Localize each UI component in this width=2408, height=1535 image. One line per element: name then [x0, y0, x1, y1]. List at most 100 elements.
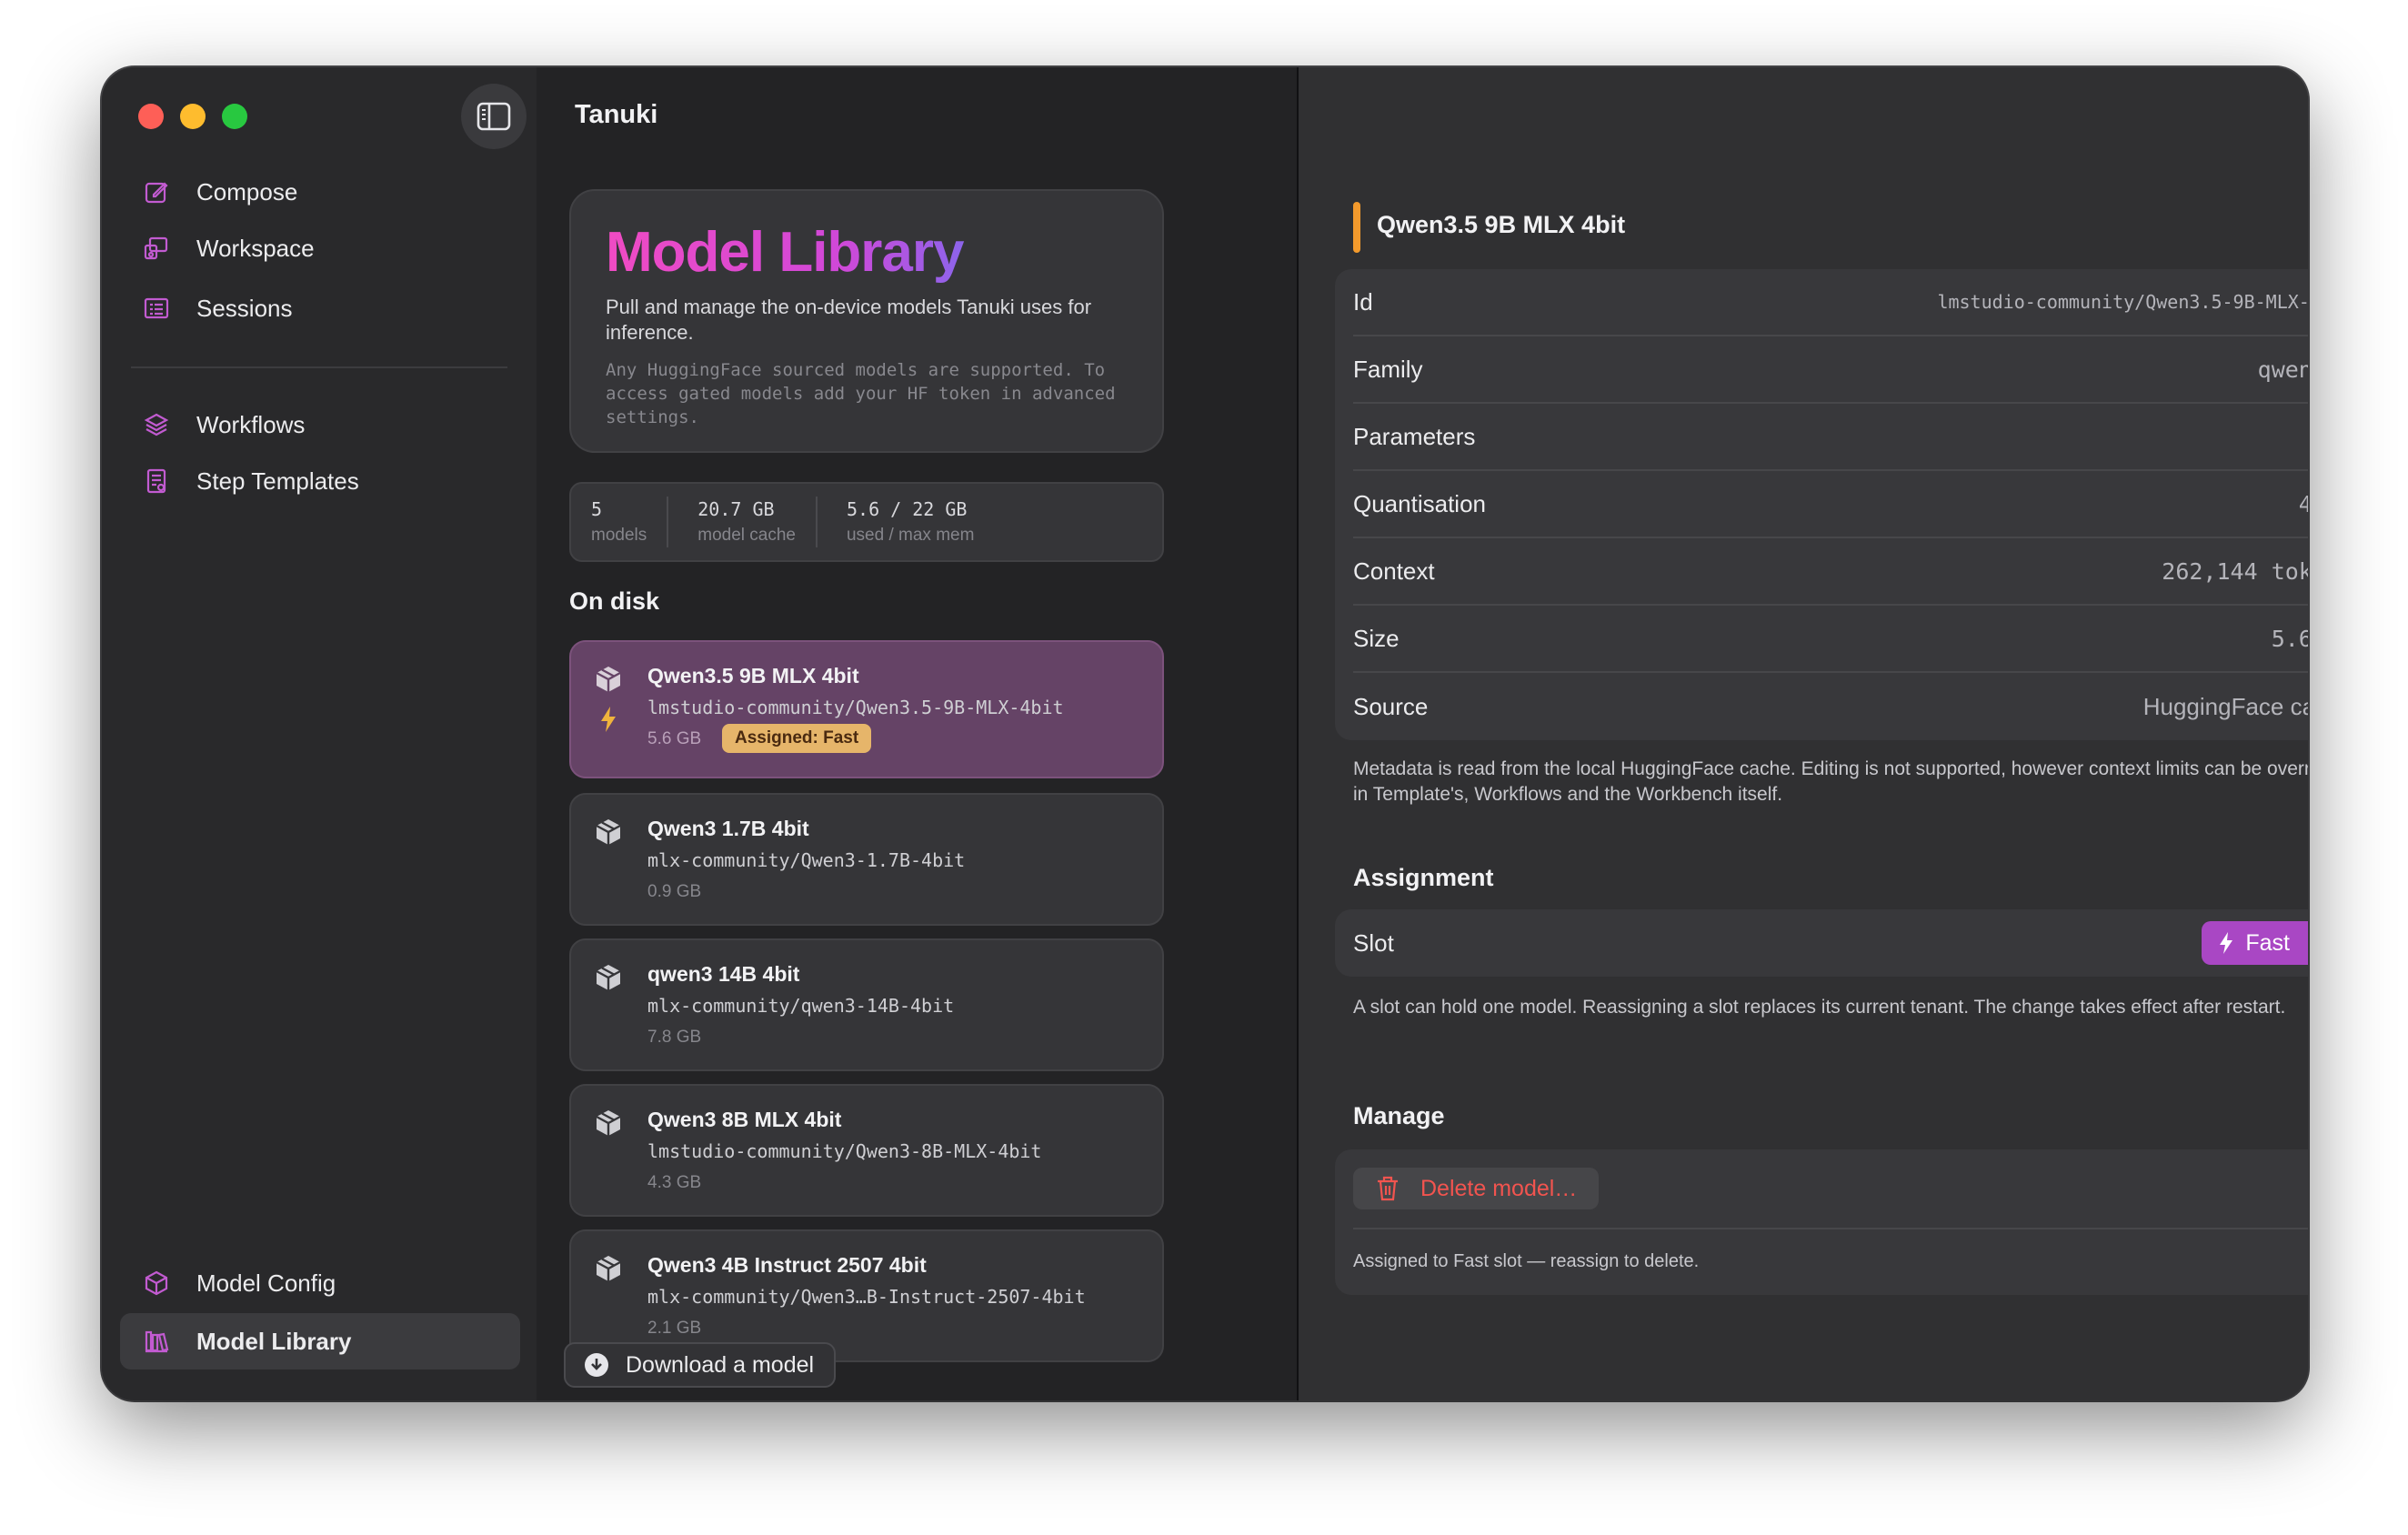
- package-icon: [596, 965, 621, 990]
- sidebar-item-sessions[interactable]: Sessions: [120, 280, 520, 336]
- prop-label: Quantisation: [1353, 489, 1486, 517]
- library-icon: [140, 1325, 173, 1358]
- slot-label: Slot: [1353, 928, 1394, 957]
- trash-icon: [1378, 1176, 1398, 1201]
- prop-label: Parameters: [1353, 422, 1476, 450]
- detail-pane: Qwen3.5 9B MLX 4bit Id lmstudio-communit…: [1299, 67, 2308, 1400]
- model-size: 2.1 GB: [647, 1319, 702, 1338]
- page-title: Model Library: [606, 220, 1128, 286]
- model-card[interactable]: Qwen3.5 9B MLX 4bit lmstudio-community/Q…: [569, 640, 1164, 778]
- sidebar-item-model-library[interactable]: Model Library: [120, 1313, 520, 1369]
- prop-value: 4bit: [2298, 490, 2308, 517]
- prop-row-quantisation: Quantisation 4bit: [1353, 471, 2308, 538]
- sidebar-item-label: Model Config: [196, 1269, 336, 1297]
- download-model-button[interactable]: Download a model: [564, 1342, 837, 1388]
- slot-note: A slot can hold one model. Reassigning a…: [1353, 997, 2286, 1018]
- prop-row-size: Size 5.6 GB: [1353, 606, 2308, 673]
- prop-value: qwen3_5: [2257, 356, 2308, 383]
- sidebar: Compose Workspace Sessions Workflows Ste…: [102, 67, 537, 1400]
- minimize-window-button[interactable]: [180, 104, 206, 129]
- stat-model-cache: 20.7 GB model cache: [667, 497, 816, 547]
- workspace-icon: [140, 232, 173, 265]
- app-title: Tanuki: [575, 100, 658, 129]
- prop-value: lmstudio-community/Qwen3.5-9B-MLX-4bit: [1937, 291, 2308, 313]
- model-name: Qwen3 4B Instruct 2507 4bit: [647, 1253, 927, 1277]
- sidebar-divider: [131, 366, 507, 368]
- prop-value: 262,144 tokens: [2162, 557, 2308, 585]
- download-icon: [585, 1353, 608, 1377]
- properties-list: Id lmstudio-community/Qwen3.5-9B-MLX-4bi…: [1335, 269, 2308, 740]
- model-size: 4.3 GB: [647, 1173, 702, 1192]
- prop-row-source: Source HuggingFace cache: [1353, 673, 2308, 740]
- hero-description: Pull and manage the on-device models Tan…: [606, 296, 1092, 344]
- prop-label: Id: [1353, 287, 1373, 316]
- on-disk-heading: On disk: [569, 587, 660, 615]
- sidebar-item-label: Sessions: [196, 294, 293, 322]
- compose-icon: [140, 176, 173, 208]
- model-name: qwen3 14B 4bit: [647, 962, 800, 986]
- model-repo: lmstudio-community/Qwen3.5-9B-MLX-4bit: [647, 697, 1064, 718]
- download-label: Download a model: [626, 1351, 815, 1378]
- manage-box: Delete model… Assigned to Fast slot — re…: [1335, 1149, 2308, 1295]
- model-size: 5.6 GB: [647, 729, 702, 748]
- model-repo: lmstudio-community/Qwen3-8B-MLX-4bit: [647, 1140, 1042, 1162]
- model-name: Qwen3 8B MLX 4bit: [647, 1108, 842, 1131]
- sidebar-item-model-config[interactable]: Model Config: [120, 1255, 520, 1311]
- sidebar-item-step-templates[interactable]: Step Templates: [120, 453, 520, 509]
- window-controls: [138, 104, 247, 129]
- cube-config-icon: [140, 1267, 173, 1299]
- model-repo: mlx-community/qwen3-14B-4bit: [647, 995, 955, 1017]
- detail-title: Qwen3.5 9B MLX 4bit: [1353, 202, 1625, 253]
- prop-label: Family: [1353, 355, 1423, 383]
- model-name: Qwen3 1.7B 4bit: [647, 817, 809, 840]
- hero-note: Any HuggingFace sourced models are suppo…: [606, 360, 1116, 427]
- delete-model-button[interactable]: Delete model…: [1353, 1168, 1600, 1209]
- manage-divider: [1353, 1228, 2308, 1229]
- stat-memory: 5.6 / 22 GB used / max mem: [815, 497, 994, 547]
- sidebar-item-workflows[interactable]: Workflows: [120, 396, 520, 453]
- sidebar-toggle-button[interactable]: [461, 84, 527, 149]
- sidebar-item-label: Step Templates: [196, 467, 359, 495]
- sidebar-item-label: Compose: [196, 177, 298, 206]
- model-repo: mlx-community/Qwen3…B-Instruct-2507-4bit: [647, 1286, 1086, 1308]
- model-card[interactable]: Qwen3 8B MLX 4bit lmstudio-community/Qwe…: [569, 1084, 1164, 1217]
- bolt-icon: [601, 707, 616, 732]
- zoom-window-button[interactable]: [222, 104, 247, 129]
- stat-value: 5: [591, 498, 603, 520]
- slot-select[interactable]: Fast: [2202, 921, 2308, 965]
- stat-value: 5.6 / 22 GB: [846, 498, 968, 520]
- stat-models: 5 models: [571, 497, 667, 547]
- bolt-icon: [2220, 932, 2233, 954]
- package-icon: [596, 1110, 621, 1136]
- stat-label: model cache: [697, 526, 796, 545]
- close-window-button[interactable]: [138, 104, 164, 129]
- prop-label: Size: [1353, 624, 1400, 652]
- sidebar-item-label: Workspace: [196, 234, 315, 262]
- package-icon: [596, 819, 621, 845]
- assignment-heading: Assignment: [1353, 864, 1494, 891]
- layers-icon: [140, 408, 173, 441]
- sessions-icon: [140, 292, 173, 325]
- model-card[interactable]: qwen3 14B 4bit mlx-community/qwen3-14B-4…: [569, 938, 1164, 1071]
- model-card[interactable]: Qwen3 1.7B 4bit mlx-community/Qwen3-1.7B…: [569, 793, 1164, 926]
- slot-value: Fast: [2245, 929, 2290, 956]
- sidebar-item-label: Model Library: [196, 1327, 352, 1355]
- prop-value: HuggingFace cache: [2142, 692, 2308, 720]
- prop-label: Source: [1353, 692, 1429, 720]
- stats-bar: 5 models 20.7 GB model cache 5.6 / 22 GB…: [569, 482, 1164, 562]
- sidebar-item-workspace[interactable]: Workspace: [120, 220, 520, 276]
- prop-row-family: Family qwen3_5: [1353, 336, 2308, 404]
- slot-row-box: Slot Fast: [1335, 909, 2308, 977]
- app-window: Compose Workspace Sessions Workflows Ste…: [102, 67, 2308, 1400]
- sidebar-item-compose[interactable]: Compose: [120, 164, 520, 220]
- assigned-badge: Assigned: Fast: [722, 724, 872, 753]
- delete-note: Assigned to Fast slot — reassign to dele…: [1353, 1251, 1700, 1271]
- model-size: 0.9 GB: [647, 882, 702, 901]
- stat-label: used / max mem: [846, 526, 975, 545]
- slot-row: Slot Fast: [1353, 909, 2308, 977]
- sidebar-item-label: Workflows: [196, 410, 306, 438]
- sidebar-toggle-icon: [477, 102, 511, 131]
- stat-value: 20.7 GB: [697, 498, 775, 520]
- prop-row-context: Context 262,144 tokens: [1353, 538, 2308, 606]
- stat-label: models: [591, 526, 647, 545]
